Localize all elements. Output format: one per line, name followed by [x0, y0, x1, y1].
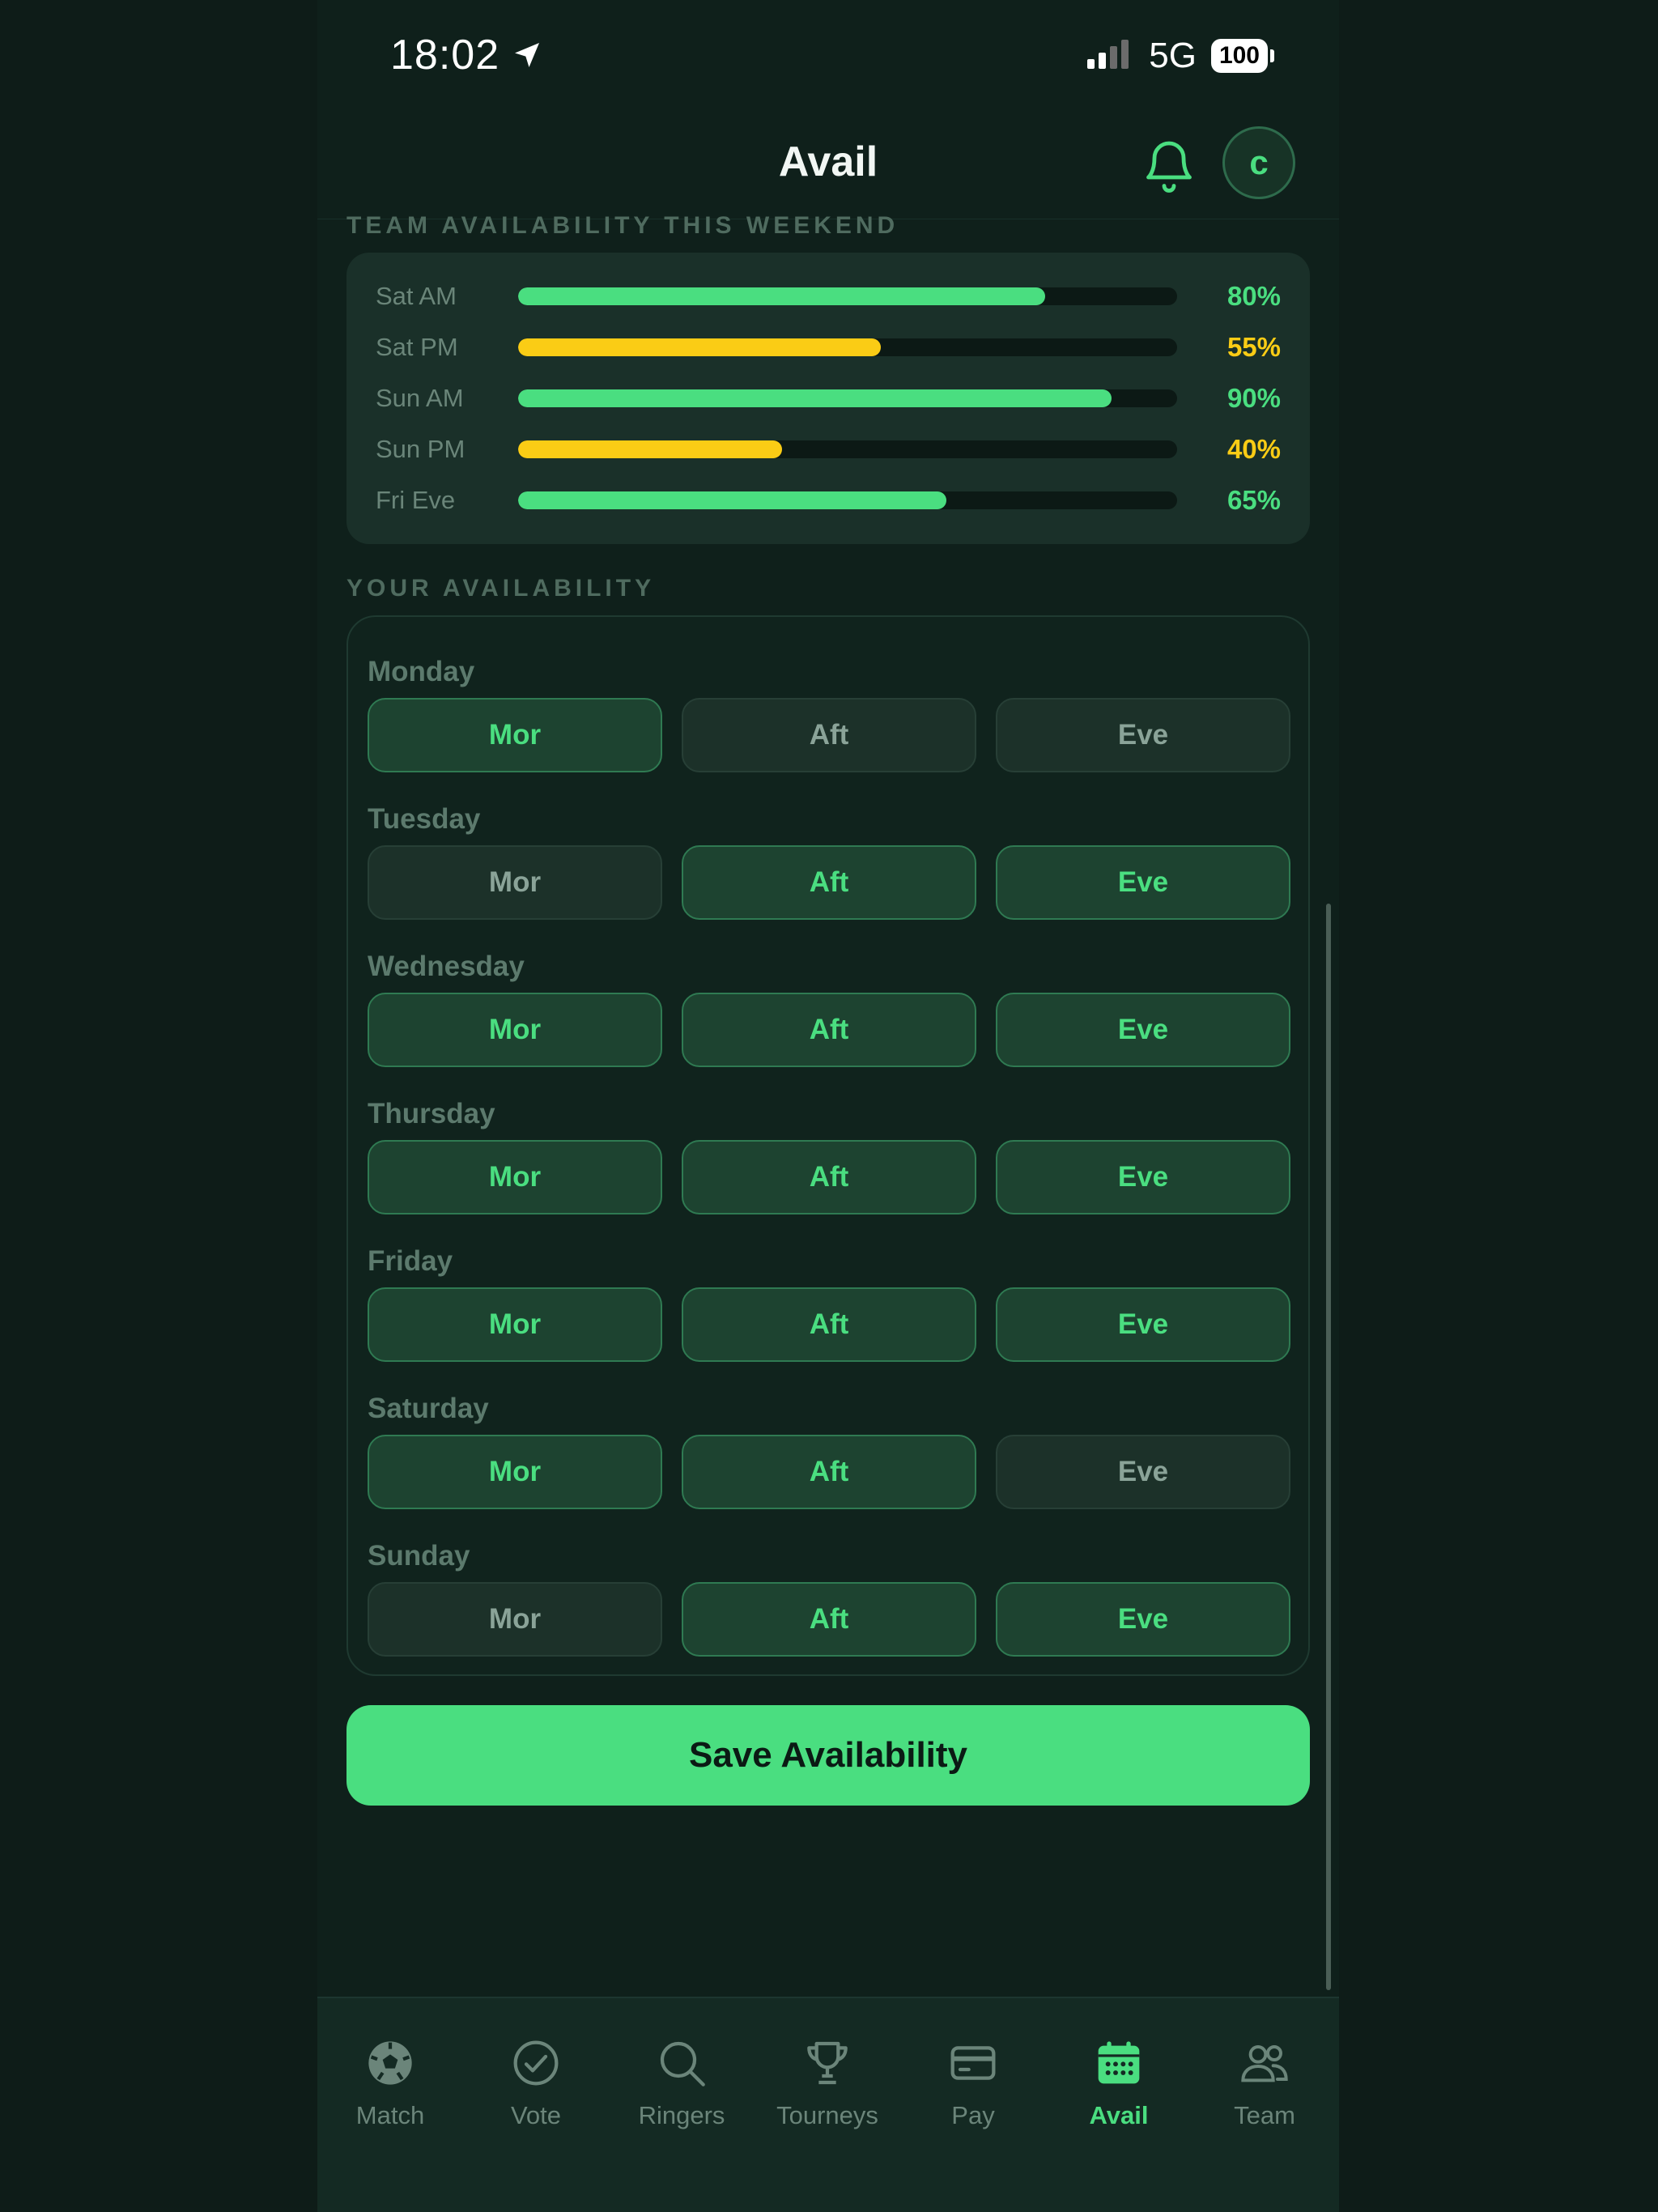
team-availability-row: Fri Eve 65% — [346, 480, 1310, 521]
your-availability-heading: YOUR AVAILABILITY — [346, 575, 656, 602]
calendar-icon — [1093, 2037, 1145, 2093]
tab-avail[interactable]: Avail — [1046, 2037, 1192, 2130]
status-indicators: 5G 100 — [1086, 36, 1274, 76]
tab-ringers[interactable]: Ringers — [609, 2037, 755, 2130]
bottom-tab-bar: Match Vote Ringers Tourneys Pay Avail Team — [317, 1997, 1339, 2212]
tab-label: Team — [1234, 2101, 1295, 2129]
slot-label: Fri Eve — [376, 486, 456, 514]
battery-level: 100 — [1210, 39, 1268, 73]
avatar[interactable]: c — [1222, 126, 1295, 199]
slot-toggle-wednesday-aft[interactable]: Aft — [682, 993, 976, 1067]
save-availability-button[interactable]: Save Availability — [346, 1705, 1310, 1806]
day-label-sunday: Sunday — [368, 1540, 470, 1572]
slot-toggle-friday-eve[interactable]: Eve — [996, 1287, 1290, 1362]
team-availability-row: Sat PM 55% — [346, 327, 1310, 368]
credit-card-icon — [947, 2037, 999, 2093]
slot-toggle-sunday-eve[interactable]: Eve — [996, 1582, 1290, 1657]
tab-label: Ringers — [638, 2101, 725, 2129]
slot-label: Sat PM — [376, 333, 458, 361]
progress-track — [518, 287, 1177, 305]
slot-toggle-friday-aft[interactable]: Aft — [682, 1287, 976, 1362]
tab-team[interactable]: Team — [1192, 2037, 1337, 2130]
slot-toggle-monday-eve[interactable]: Eve — [996, 698, 1290, 772]
location-arrow-icon — [515, 43, 540, 67]
trophy-icon — [801, 2037, 853, 2093]
day-label-monday: Monday — [368, 656, 475, 687]
progress-fill — [518, 491, 947, 509]
soccer-ball-icon — [364, 2037, 416, 2093]
slot-toggle-saturday-aft[interactable]: Aft — [682, 1435, 976, 1509]
percent-value: 80% — [1226, 281, 1281, 311]
tab-label: Vote — [510, 2101, 562, 2129]
tab-vote[interactable]: Vote — [463, 2037, 609, 2130]
slot-toggle-monday-mor[interactable]: Mor — [368, 698, 662, 772]
slot-toggle-tuesday-eve[interactable]: Eve — [996, 845, 1290, 920]
team-availability-heading: TEAM AVAILABILITY THIS WEEKEND — [346, 212, 899, 239]
slot-toggle-friday-mor[interactable]: Mor — [368, 1287, 662, 1362]
day-label-friday: Friday — [368, 1245, 453, 1277]
slot-toggle-wednesday-eve[interactable]: Eve — [996, 993, 1290, 1067]
slot-toggle-thursday-mor[interactable]: Mor — [368, 1140, 662, 1214]
search-icon — [656, 2037, 708, 2093]
percent-value: 90% — [1226, 383, 1281, 413]
slot-toggle-sunday-aft[interactable]: Aft — [682, 1582, 976, 1657]
progress-track — [518, 389, 1177, 407]
network-type: 5G — [1149, 36, 1197, 75]
tab-tourneys[interactable]: Tourneys — [755, 2037, 900, 2130]
percent-value: 65% — [1226, 485, 1281, 515]
slot-toggle-tuesday-mor[interactable]: Mor — [368, 845, 662, 920]
slot-label: Sat AM — [376, 282, 457, 310]
percent-value: 55% — [1226, 332, 1281, 362]
battery-tip — [1270, 49, 1274, 62]
slot-toggle-thursday-aft[interactable]: Aft — [682, 1140, 976, 1214]
scrollbar[interactable] — [1326, 904, 1331, 1990]
team-availability-card: Sat AM 80% Sat PM 55% Sun AM 90% Sun PM 40% Fri … — [346, 253, 1310, 544]
team-availability-row: Sun AM 90% — [346, 378, 1310, 419]
slot-toggle-saturday-mor[interactable]: Mor — [368, 1435, 662, 1509]
slot-toggle-sunday-mor[interactable]: Mor — [368, 1582, 662, 1657]
check-circle-icon — [510, 2037, 562, 2093]
signal-icon — [1087, 40, 1129, 69]
slot-toggle-tuesday-aft[interactable]: Aft — [682, 845, 976, 920]
tab-label: Tourneys — [776, 2101, 878, 2129]
progress-fill — [518, 389, 1112, 407]
tab-label: Avail — [1089, 2101, 1149, 2129]
your-availability-card: Monday Mor Aft Eve Tuesday Mor Aft Eve Wednesday… — [346, 615, 1310, 1676]
slot-toggle-monday-aft[interactable]: Aft — [682, 698, 976, 772]
tab-label: Pay — [951, 2101, 995, 2129]
progress-fill — [518, 440, 782, 458]
day-label-tuesday: Tuesday — [368, 803, 481, 835]
day-label-saturday: Saturday — [368, 1393, 489, 1424]
status-bar: 18:02 5G 100 — [317, 0, 1339, 113]
team-availability-row: Sat AM 80% — [346, 276, 1310, 317]
progress-fill — [518, 287, 1046, 305]
app-screen: 18:02 5G 100 Avail c TEAM AVAILABILITY T — [317, 0, 1339, 2212]
team-availability-row: Sun PM 40% — [346, 429, 1310, 470]
slot-label: Sun AM — [376, 384, 464, 412]
progress-track — [518, 440, 1177, 458]
slot-toggle-thursday-eve[interactable]: Eve — [996, 1140, 1290, 1214]
status-time: 18:02 — [390, 31, 543, 79]
top-header: Avail c — [317, 113, 1339, 219]
people-icon — [1239, 2037, 1290, 2093]
battery-icon: 100 — [1210, 39, 1274, 73]
tab-pay[interactable]: Pay — [900, 2037, 1046, 2130]
progress-fill — [518, 338, 881, 356]
progress-track — [518, 491, 1177, 509]
day-label-thursday: Thursday — [368, 1098, 495, 1129]
slot-label: Sun PM — [376, 435, 466, 463]
percent-value: 40% — [1226, 434, 1281, 464]
slot-toggle-saturday-eve[interactable]: Eve — [996, 1435, 1290, 1509]
bell-icon[interactable] — [1140, 136, 1198, 194]
day-label-wednesday: Wednesday — [368, 951, 525, 982]
tab-label: Match — [355, 2101, 425, 2129]
slot-toggle-wednesday-mor[interactable]: Mor — [368, 993, 662, 1067]
progress-track — [518, 338, 1177, 356]
tab-match[interactable]: Match — [317, 2037, 463, 2130]
